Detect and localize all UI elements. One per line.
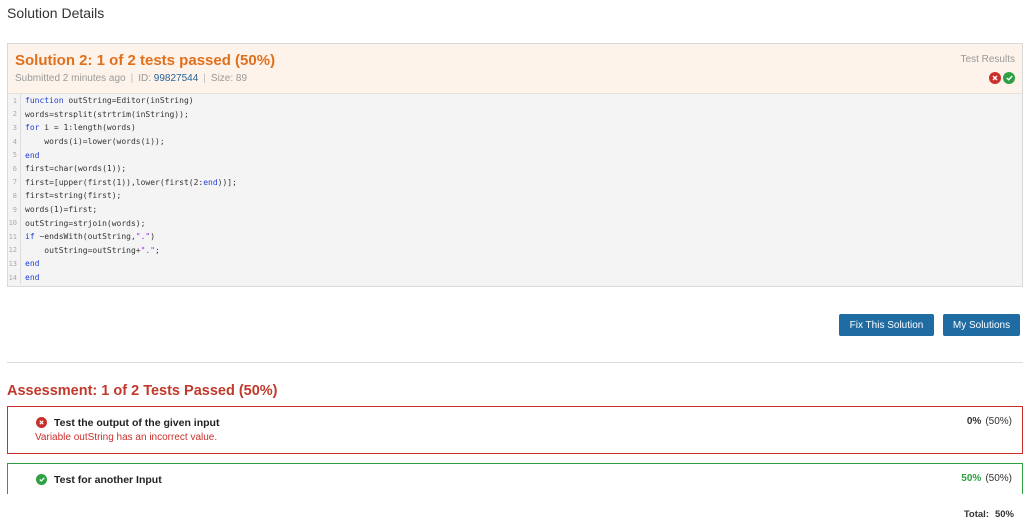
code-text: first=string(first); (25, 191, 122, 201)
code-line: 13 end (8, 257, 1022, 271)
test-result-icons (989, 72, 1015, 84)
test-error-message: Variable outString has an incorrect valu… (35, 432, 218, 443)
code-line: 1 function outString=Editor(inString) (8, 94, 1022, 108)
test-score: 50% (50%) (961, 473, 1012, 484)
test-score-weight: (50%) (985, 473, 1012, 484)
code-text: end (25, 259, 40, 269)
code-line: 6 first=char(words(1)); (8, 161, 1022, 176)
solution-header: Solution 2: 1 of 2 tests passed (50%) Su… (8, 44, 1022, 94)
line-number: 3 (8, 121, 21, 135)
solution-id-link[interactable]: 99827544 (154, 73, 199, 84)
test-card-passed: Test for another Input 50% (50%) (7, 463, 1023, 494)
line-number: 6 (8, 161, 21, 176)
code-line: 5 end (8, 148, 1022, 162)
total-label: Total: (963, 509, 989, 520)
code-line: 10 outString=strjoin(words); (8, 216, 1022, 230)
code-text: words(1)=first; (25, 205, 98, 215)
code-text: words=strsplit(strtrim(inString)); (25, 109, 189, 119)
line-number: 1 (8, 94, 21, 108)
line-number: 9 (8, 202, 21, 217)
line-number: 12 (8, 243, 21, 258)
code-text: first=char(words(1)); (25, 164, 127, 174)
divider (7, 362, 1023, 363)
test-name: Test the output of the given input (54, 417, 220, 429)
code-text: if ~endsWith(outString,".") (25, 232, 156, 242)
fail-icon (36, 417, 47, 428)
test-score-weight: (50%) (985, 416, 1012, 427)
code-line: 3 for i = 1:length(words) (8, 121, 1022, 135)
line-number: 2 (8, 107, 21, 122)
pass-icon (36, 474, 47, 485)
code-line: 9 words(1)=first; (8, 202, 1022, 217)
meta-separator: | (203, 73, 206, 84)
code-line: 4 words(i)=lower(words(i)); (8, 134, 1022, 149)
code-viewer[interactable]: 1 function outString=Editor(inString) 2 wor… (8, 94, 1022, 286)
line-number: 5 (8, 148, 21, 162)
line-number: 14 (8, 270, 21, 285)
total-value: 50% (994, 509, 1014, 520)
line-number: 8 (8, 189, 21, 203)
my-solutions-button[interactable]: My Solutions (943, 314, 1020, 336)
line-number: 10 (8, 216, 21, 230)
line-number: 4 (8, 134, 21, 149)
code-text: function outString=Editor(inString) (25, 96, 194, 106)
submitted-time: Submitted 2 minutes ago (15, 73, 126, 84)
code-line: 8 first=string(first); (8, 189, 1022, 203)
code-text: first=[upper(first(1)),lower(first(2:end… (25, 177, 237, 187)
code-text: outString=strjoin(words); (25, 218, 146, 228)
code-line: 2 words=strsplit(strtrim(inString)); (8, 107, 1022, 122)
solution-id-label: ID: (138, 73, 152, 84)
code-line: 12 outString=outString+"."; (8, 243, 1022, 258)
line-number: 7 (8, 175, 21, 190)
fail-icon (989, 72, 1001, 84)
code-line: 7 first=[upper(first(1)),lower(first(2:en… (8, 175, 1022, 190)
solution-size: Size: 89 (210, 73, 248, 84)
total-score: Total: 50% (964, 509, 1014, 520)
test-results-label: Test Results (960, 54, 1015, 65)
pass-icon (1003, 72, 1015, 84)
code-text: for i = 1:length(words) (25, 123, 136, 133)
solution-title: Solution 2: 1 of 2 tests passed (50%) (15, 52, 276, 69)
code-line: 14 end (8, 270, 1022, 285)
code-text: end (25, 150, 40, 160)
line-number: 11 (8, 229, 21, 244)
test-card-failed: Test the output of the given input Varia… (7, 406, 1023, 454)
solution-panel: Solution 2: 1 of 2 tests passed (50%) Su… (7, 43, 1023, 287)
line-number: 13 (8, 257, 21, 271)
assessment-title: Assessment: 1 of 2 Tests Passed (50%) (7, 383, 278, 399)
code-text: outString=outString+"."; (25, 245, 160, 255)
meta-separator: | (130, 73, 134, 84)
code-text: words(i)=lower(words(i)); (25, 137, 165, 147)
test-score-percent: 0% (966, 416, 982, 427)
solution-meta: Submitted 2 minutes ago | ID: 99827544 | Siz… (15, 73, 247, 84)
test-name: Test for another Input (54, 474, 162, 486)
code-text: end (25, 273, 40, 283)
page-title: Solution Details (7, 5, 105, 21)
test-score-percent: 50% (961, 473, 982, 484)
fix-solution-button[interactable]: Fix This Solution (839, 314, 934, 336)
code-line: 11 if ~endsWith(outString,".") (8, 229, 1022, 244)
test-score: 0% (50%) (967, 416, 1012, 427)
